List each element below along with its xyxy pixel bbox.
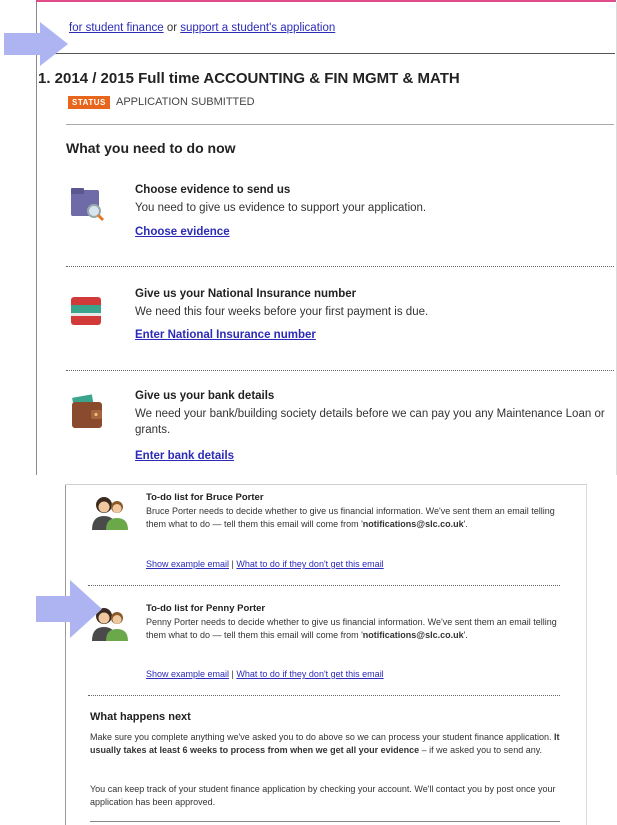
enter-bank-details-link[interactable]: Enter bank details [135, 450, 234, 462]
annotation-arrow-icon [4, 22, 68, 66]
wallet-icon [72, 394, 102, 428]
folder-search-icon [71, 188, 105, 222]
section-heading: What you need to do now [66, 140, 236, 156]
support-link[interactable]: support a student's application [180, 22, 335, 34]
todo-description: Penny Porter needs to decide whether to … [146, 616, 558, 642]
task-title: Give us your National Insurance number [135, 288, 357, 300]
top-accent-line [36, 0, 616, 2]
email-address: notifications@slc.co.uk [362, 519, 464, 529]
or-text: or [163, 22, 181, 34]
panel-left-border [36, 2, 37, 475]
help-email-link[interactable]: What to do if they don't get this email [236, 559, 383, 569]
todo-description: Bruce Porter needs to decide whether to … [146, 505, 558, 531]
what-next-heading: What happens next [90, 711, 191, 723]
paragraph-text: Make sure you complete anything we've as… [90, 732, 554, 742]
description-text: '. [463, 630, 468, 640]
task-choose-evidence: Choose evidence to send us You need to g… [66, 184, 614, 244]
paragraph-text: – if we asked you to send any. [419, 745, 543, 755]
annotation-arrow-icon [36, 580, 102, 638]
task-ni-number: Give us your National Insurance number W… [66, 288, 614, 348]
show-example-email-link[interactable]: Show example email [146, 559, 229, 569]
people-icon [92, 497, 128, 530]
todo-penny-porter: To-do list for Penny Porter Penny Porter… [90, 603, 560, 693]
apply-link[interactable]: for student finance [69, 22, 164, 34]
show-example-email-link[interactable]: Show example email [146, 669, 229, 679]
task-title: Give us your bank details [135, 390, 275, 402]
choose-evidence-link[interactable]: Choose evidence [135, 226, 230, 238]
todo-links: Show example email | What to do if they … [146, 559, 384, 569]
divider [37, 53, 615, 54]
help-email-link[interactable]: What to do if they don't get this email [236, 669, 383, 679]
task-bank-details: Give us your bank details We need your b… [66, 390, 614, 470]
dotted-divider [66, 266, 614, 267]
todo-bruce-porter: To-do list for Bruce Porter Bruce Porter… [90, 492, 560, 582]
what-next-paragraph: Make sure you complete anything we've as… [90, 731, 562, 757]
description-text: '. [463, 519, 468, 529]
todo-links: Show example email | What to do if they … [146, 669, 384, 679]
status-text: APPLICATION SUBMITTED [116, 96, 255, 108]
task-description: We need your bank/building society detai… [135, 408, 605, 436]
description-text: Penny Porter needs to decide whether to … [146, 617, 557, 640]
dotted-divider [66, 370, 614, 371]
dotted-divider [88, 695, 560, 696]
divider [66, 124, 614, 125]
application-title: 1. 2014 / 2015 Full time ACCOUNTING & FI… [38, 70, 460, 87]
dotted-divider [88, 585, 560, 586]
apply-links: for student finance or support a student… [69, 22, 335, 34]
task-description: You need to give us evidence to support … [135, 202, 427, 214]
task-description: We need this four weeks before your firs… [135, 306, 429, 318]
what-next-paragraph: You can keep track of your student finan… [90, 784, 556, 807]
description-text: Bruce Porter needs to decide whether to … [146, 506, 555, 529]
todo-title: To-do list for Penny Porter [146, 603, 266, 614]
task-title: Choose evidence to send us [135, 184, 291, 196]
enter-ni-number-link[interactable]: Enter National Insurance number [135, 329, 316, 341]
panel-left-border [65, 485, 66, 825]
status-badge: STATUS [68, 96, 110, 109]
panel-right-border [586, 485, 587, 825]
divider [90, 821, 560, 822]
todo-title: To-do list for Bruce Porter [146, 492, 264, 503]
id-card-icon [71, 297, 101, 325]
email-address: notifications@slc.co.uk [362, 630, 464, 640]
panel-top-border [65, 484, 587, 485]
